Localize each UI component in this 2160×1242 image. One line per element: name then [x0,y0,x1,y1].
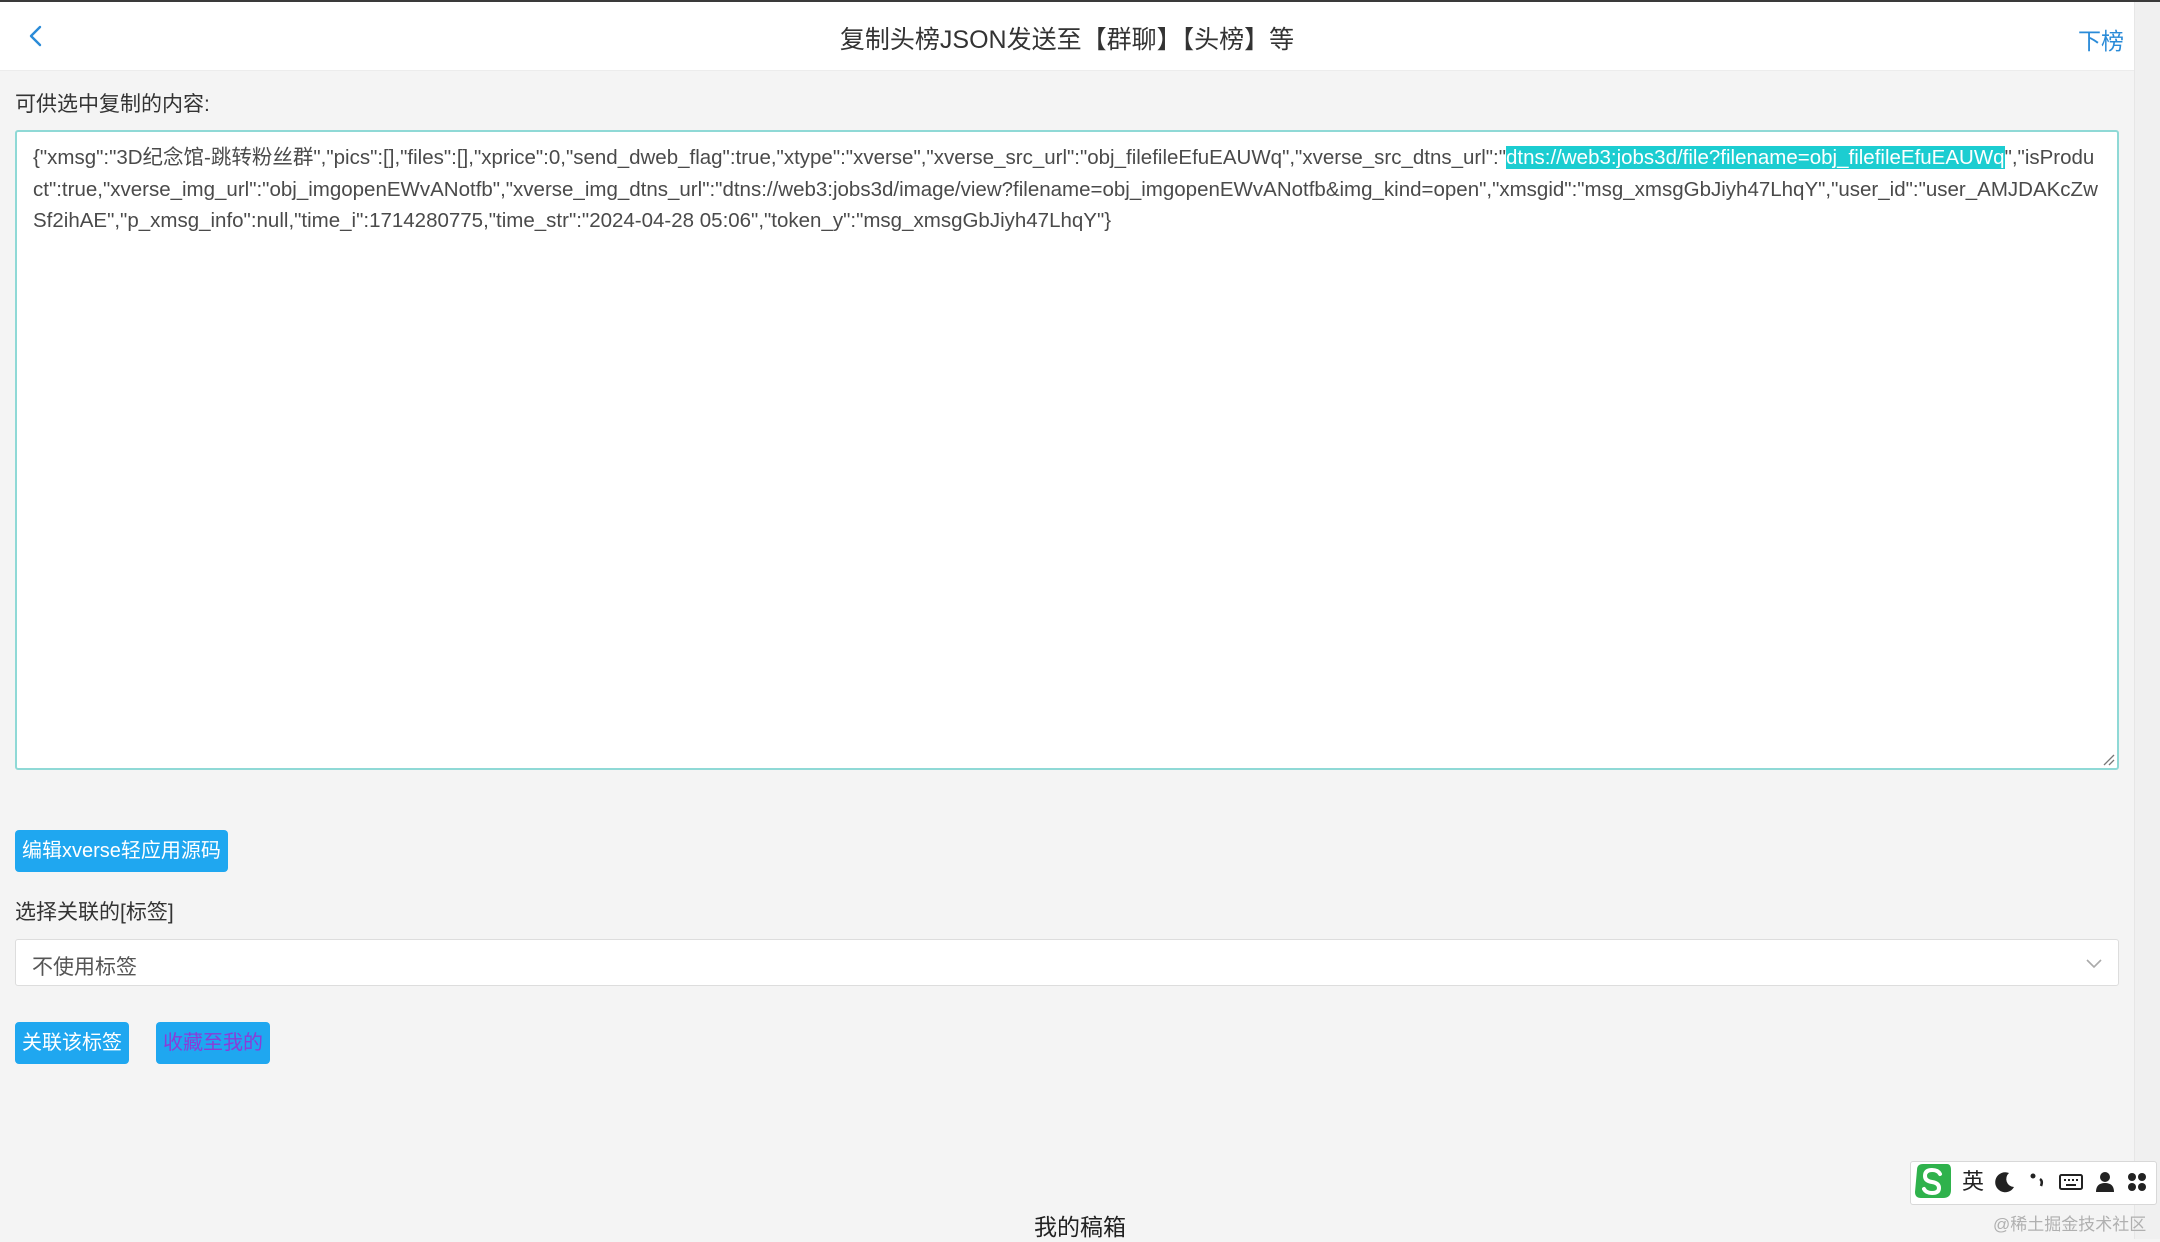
keyboard-icon[interactable] [2057,1168,2085,1196]
tag-select-value: 不使用标签 [32,956,137,979]
moon-icon[interactable] [1991,1168,2019,1196]
copy-content-label: 可供选中复制的内容: [15,93,210,116]
resize-handle-icon[interactable] [2101,752,2115,766]
watermark-text: @稀土掘金技术社区 [1993,1215,2147,1234]
toolbox-icon[interactable] [2123,1168,2151,1196]
page-scrollbar[interactable] [2134,2,2160,1239]
ime-lang-toggle[interactable]: 英 [1959,1168,1987,1196]
link-tag-button[interactable]: 关联该标签 [15,1022,129,1064]
chevron-down-icon [2086,959,2102,969]
tag-select-label: 选择关联的[标签] [15,901,174,924]
tag-select[interactable]: 不使用标签 [15,939,2119,986]
user-icon[interactable] [2091,1168,2119,1196]
page-title: 复制头榜JSON发送至【群聊】【头榜】等 [839,26,1295,54]
json-text-selected: dtns://web3:jobs3d/file?filename=obj_fil… [1506,146,2005,169]
punctuation-icon[interactable] [2023,1168,2051,1196]
edit-source-button[interactable]: 编辑xverse轻应用源码 [15,830,228,872]
top-right-link[interactable]: 下榜 [2078,22,2124,56]
header-bar: 复制头榜JSON发送至【群聊】【头榜】等 下榜 [0,2,2134,71]
favorite-button[interactable]: 收藏至我的 [156,1022,270,1064]
ime-toolbar[interactable]: 英 [1910,1161,2157,1205]
json-text-before: {"xmsg":"3D纪念馆-跳转粉丝群","pics":[],"files":… [33,146,1507,169]
sogou-logo-icon [1915,1164,1951,1198]
json-textarea[interactable]: {"xmsg":"3D纪念馆-跳转粉丝群","pics":[],"files":… [15,130,2119,770]
drafts-heading: 我的稿箱 [1034,1214,1126,1240]
